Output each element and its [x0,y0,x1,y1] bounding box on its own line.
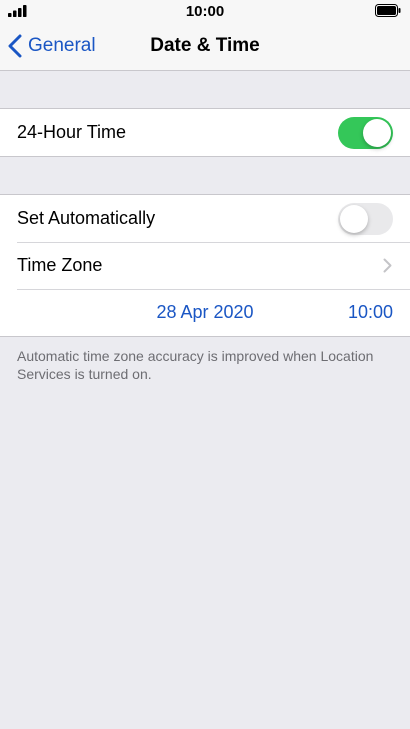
hour24-row: 24-Hour Time [0,109,410,156]
status-time: 10:00 [185,3,225,20]
set-automatically-label: Set Automatically [17,208,156,228]
time-value[interactable]: 10:00 [348,302,393,323]
page-title: Date & Time [150,35,260,56]
set-automatically-row: Set Automatically [0,195,410,242]
set-automatically-toggle[interactable] [338,203,393,235]
hour24-label: 24-Hour Time [17,122,127,142]
date-time-group: Set Automatically Time Zone 28 Apr 2020 … [0,194,410,337]
footnote-text: Automatic time zone accuracy is improved… [17,348,374,382]
date-time-picker-row[interactable]: 28 Apr 2020 10:00 [0,289,410,336]
battery-full-icon [375,4,401,17]
time-zone-label: Time Zone [17,255,103,275]
chevron-right-icon [383,258,392,273]
toggle-knob [363,119,391,147]
toggle-knob [340,205,368,233]
time-zone-row[interactable]: Time Zone [0,242,410,289]
hour-format-group: 24-Hour Time [0,108,410,157]
navigation-bar: General Date & Time [0,22,410,71]
hour24-toggle[interactable] [338,117,393,149]
status-bar: 10:00 [0,0,410,22]
